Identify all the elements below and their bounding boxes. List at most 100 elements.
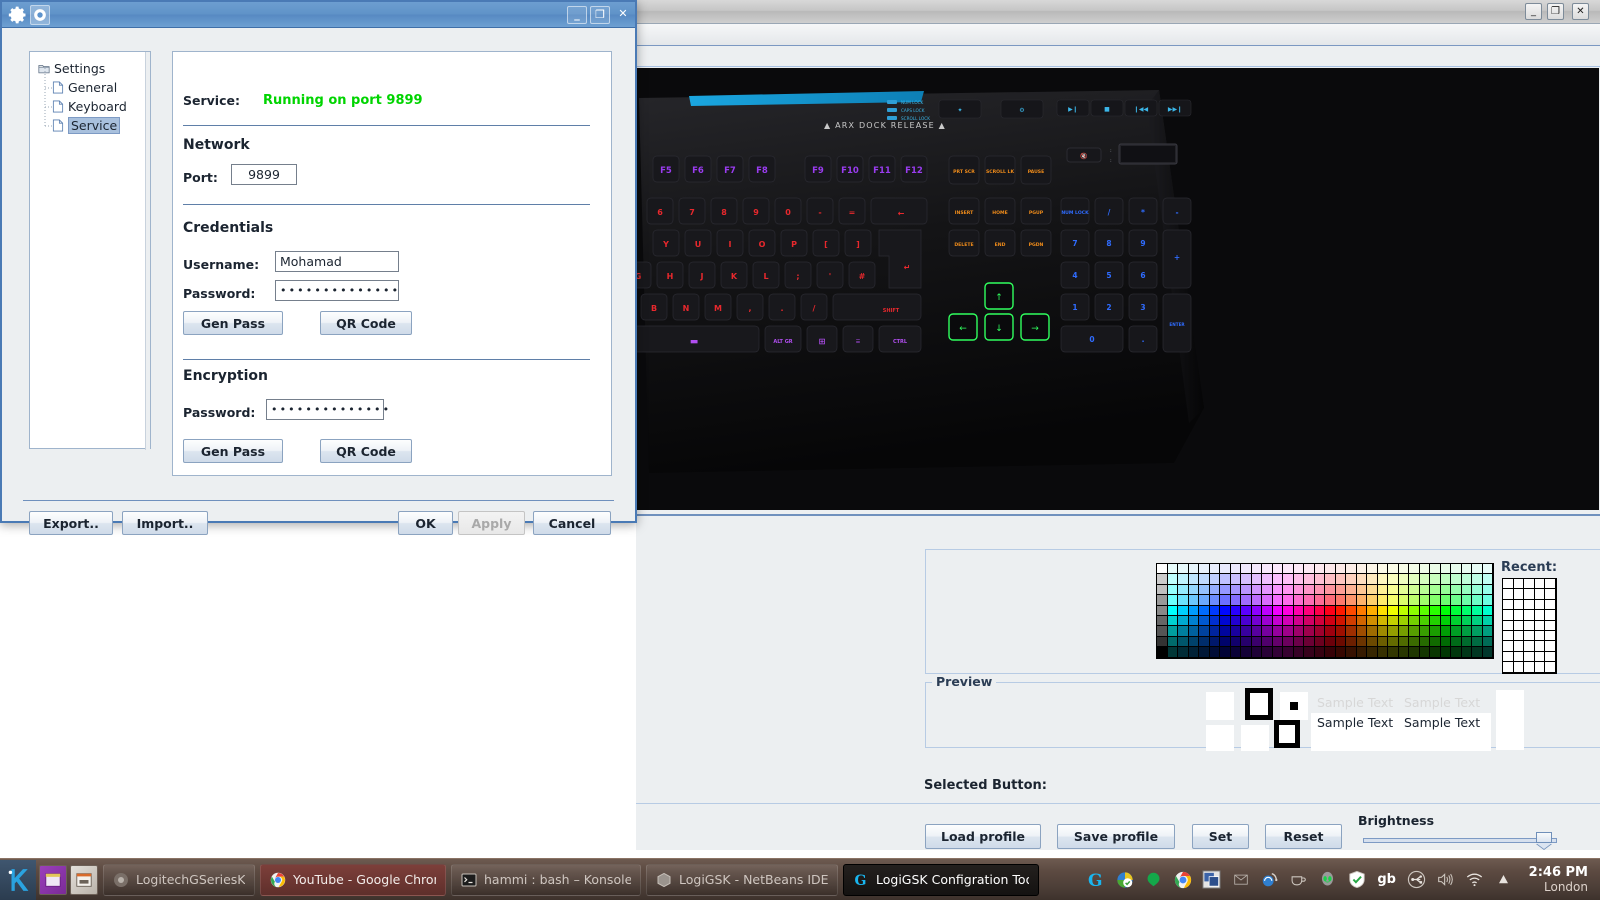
palette-swatch[interactable] [1461,564,1472,575]
palette-swatch[interactable] [1356,605,1367,616]
palette-swatch[interactable] [1409,584,1420,596]
username-input[interactable]: Mohamad [275,251,399,272]
palette-swatch[interactable] [1346,605,1357,616]
palette-swatch[interactable] [1157,564,1168,575]
palette-swatch[interactable] [1482,574,1493,585]
palette-swatch[interactable] [1419,636,1430,648]
recent-swatch[interactable] [1545,599,1556,611]
recent-swatch[interactable] [1513,599,1524,611]
palette-swatch[interactable] [1241,605,1252,616]
palette-swatch[interactable] [1262,615,1273,627]
palette-swatch[interactable] [1325,605,1336,616]
palette-swatch[interactable] [1377,636,1388,648]
recent-swatch[interactable] [1524,651,1535,663]
palette-swatch[interactable] [1272,584,1283,596]
coffee-icon[interactable] [1289,870,1309,890]
palette-swatch[interactable] [1335,574,1346,585]
palette-swatch[interactable] [1482,647,1493,658]
palette-swatch[interactable] [1272,595,1283,606]
recent-swatch[interactable] [1524,620,1535,631]
palette-swatch[interactable] [1241,636,1252,648]
palette-swatch[interactable] [1398,615,1409,627]
palette-swatch[interactable] [1325,564,1336,575]
recent-swatch[interactable] [1503,651,1514,663]
palette-swatch[interactable] [1472,636,1483,648]
dialog-minimize-button[interactable]: _ [567,6,587,24]
palette-swatch[interactable] [1388,615,1399,627]
keyboard-photo-panel[interactable]: ▲ ARX DOCK RELEASE ▲ NUM LOCK CAPS LOCK … [637,68,1599,510]
palette-swatch[interactable] [1157,595,1168,606]
palette-swatch[interactable] [1419,595,1430,606]
usb-icon[interactable] [1407,870,1427,890]
palette-swatch[interactable] [1293,564,1304,575]
shield-icon[interactable] [1347,870,1367,890]
palette-swatch[interactable] [1230,636,1241,648]
palette-swatch[interactable] [1335,626,1346,637]
palette-swatch[interactable] [1283,636,1294,648]
palette-swatch[interactable] [1251,595,1262,606]
task-button-konsole[interactable]: hammi : bash – Konsole [451,863,641,896]
gen-pass-button-encryption[interactable]: Gen Pass [183,439,283,463]
palette-swatch[interactable] [1178,626,1189,637]
recent-swatch[interactable] [1534,641,1545,652]
palette-swatch[interactable] [1230,605,1241,616]
palette-swatch[interactable] [1230,647,1241,658]
palette-swatch[interactable] [1188,595,1199,606]
recent-swatch[interactable] [1545,651,1556,663]
palette-swatch[interactable] [1178,605,1189,616]
palette-swatch[interactable] [1209,615,1220,627]
palette-swatch[interactable] [1440,636,1451,648]
palette-swatch[interactable] [1167,647,1178,658]
palette-swatch[interactable] [1461,615,1472,627]
palette-swatch[interactable] [1314,636,1325,648]
palette-swatch[interactable] [1293,605,1304,616]
palette-swatch[interactable] [1451,564,1462,575]
palette-swatch[interactable] [1293,647,1304,658]
palette-swatch[interactable] [1209,647,1220,658]
palette-swatch[interactable] [1293,626,1304,637]
palette-swatch[interactable] [1188,636,1199,648]
recent-swatch[interactable] [1534,651,1545,663]
reset-button[interactable]: Reset [1265,824,1342,849]
palette-swatch[interactable] [1461,626,1472,637]
palette-swatch[interactable] [1451,605,1462,616]
palette-swatch[interactable] [1262,584,1273,596]
recent-swatch[interactable] [1513,662,1524,673]
krita-icon[interactable] [1115,870,1135,890]
palette-swatch[interactable] [1304,636,1315,648]
palette-swatch[interactable] [1272,636,1283,648]
encryption-password-input[interactable]: •••••••••••••• [266,399,389,420]
palette-swatch[interactable] [1388,636,1399,648]
palette-swatch[interactable] [1482,584,1493,596]
palette-swatch[interactable] [1430,615,1441,627]
palette-swatch[interactable] [1167,636,1178,648]
palette-swatch[interactable] [1178,595,1189,606]
recent-swatch[interactable] [1524,610,1535,621]
palette-swatch[interactable] [1283,574,1294,585]
palette-swatch[interactable] [1199,615,1210,627]
palette-swatch[interactable] [1419,605,1430,616]
palette-swatch[interactable] [1419,574,1430,585]
recent-swatch[interactable] [1513,579,1524,590]
palette-swatch[interactable] [1377,574,1388,585]
palette-swatch[interactable] [1188,605,1199,616]
palette-swatch[interactable] [1440,605,1451,616]
palette-swatch[interactable] [1314,605,1325,616]
palette-swatch[interactable] [1430,636,1441,648]
palette-swatch[interactable] [1325,636,1336,648]
palette-swatch[interactable] [1314,564,1325,575]
palette-swatch[interactable] [1314,626,1325,637]
palette-swatch[interactable] [1283,584,1294,596]
palette-swatch[interactable] [1241,595,1252,606]
green-balloon-icon[interactable] [1144,870,1164,890]
palette-swatch[interactable] [1367,647,1378,658]
recent-swatch[interactable] [1534,630,1545,642]
palette-swatch[interactable] [1241,615,1252,627]
recent-swatch[interactable] [1534,579,1545,590]
recent-swatch[interactable] [1534,610,1545,621]
palette-swatch[interactable] [1325,595,1336,606]
palette-swatch[interactable] [1409,626,1420,637]
main-window-titlebar[interactable]: _ ❐ ✕ [636,0,1600,24]
dialog-maximize-button[interactable]: ❐ [590,6,610,24]
palette-swatch[interactable] [1451,636,1462,648]
